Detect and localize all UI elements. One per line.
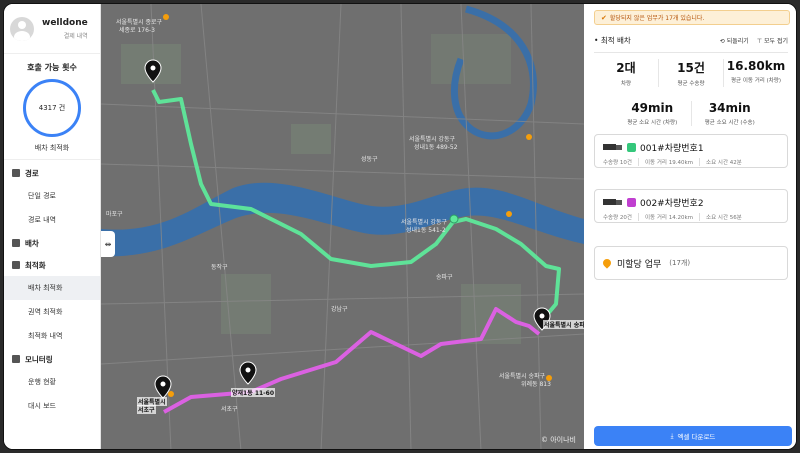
vehicle-color-swatch: [627, 143, 636, 152]
map-label: 서초구: [137, 405, 156, 414]
stat-avg-load: 15건 평균 수송량: [659, 59, 724, 87]
vehicle-distance: 이동 거리 14.20km: [645, 213, 701, 221]
map-icon: [12, 169, 20, 177]
result-panel: ✔ 할당되지 않은 업무가 17개 있습니다. • 최적 배차 ⟲ 되돌리기 ⊤…: [584, 4, 796, 449]
vehicle-name: 001#차량번호1: [640, 144, 704, 154]
map-label: 성내1동 489-52: [414, 144, 458, 151]
map-label: 위례동 813: [521, 381, 551, 388]
map-label: 서울특별시 송파구: [543, 320, 584, 329]
profile-name: welldone: [42, 17, 88, 28]
stat-vehicles: 2대 차량: [594, 59, 659, 87]
vehicle-load: 수송량 10건: [603, 158, 639, 166]
stat-avg-time-delivery: 34min 평균 소요 시간 (수송): [704, 101, 755, 126]
sidebar-item-dashboard[interactable]: 대시 보드: [4, 394, 100, 418]
sidebar-item-driving-status[interactable]: 운행 현황: [4, 370, 100, 394]
app-window: welldone 결제 내역 호출 가능 횟수 4317 건 배차 최적화 경로…: [3, 3, 797, 450]
vehicle-time: 소요 시간 56분: [706, 215, 742, 221]
stats-row-1: 2대 차량 15건 평균 수송량 16.80km 평균 이동 거리 (차량): [594, 59, 788, 87]
sidebar-item-dispatch-optimize[interactable]: 배차 최적화: [4, 276, 100, 300]
sidebar-item-route-history[interactable]: 경로 내역: [4, 208, 100, 232]
section-title: • 최적 배차: [594, 36, 631, 45]
stat-avg-distance: 16.80km 평균 이동 거리 (차량): [726, 59, 786, 84]
map-canvas: [101, 4, 584, 449]
menu-group-label: 경로: [25, 168, 39, 178]
map-label: 성동구: [361, 156, 378, 163]
quota-section: 호출 가능 횟수 4317 건 배차 최적화: [4, 54, 100, 160]
undo-button[interactable]: ⟲ 되돌리기: [720, 36, 749, 45]
unassigned-label: 미할당 업무: [617, 259, 662, 270]
avatar: [10, 16, 34, 41]
excel-download-button[interactable]: ⤓ 엑셀 다운로드: [594, 426, 792, 446]
stat-avg-time-vehicle: 49min 평균 소요 시간 (차량): [614, 101, 692, 126]
quota-title: 호출 가능 횟수: [27, 63, 77, 72]
menu-group-dispatch[interactable]: 배차: [4, 232, 100, 254]
menu-group-route[interactable]: 경로: [4, 162, 100, 184]
optimize-icon: [12, 261, 20, 269]
unassigned-tasks-card[interactable]: 미할당 업무 (17개): [594, 246, 788, 280]
truck-icon: [603, 143, 623, 152]
collapse-panel-button[interactable]: ⇹: [101, 231, 115, 257]
menu-group-label: 최적화: [25, 260, 46, 270]
map-label: 강남구: [331, 306, 348, 313]
vehicle-card-2[interactable]: 002#차량번호2 수송량 20건 이동 거리 14.20km 소요 시간 56…: [594, 189, 788, 223]
monitor-icon: [12, 355, 20, 363]
map-label: 성내1동 541-2: [406, 227, 446, 234]
map-label: 송파구: [436, 274, 453, 281]
vehicle-card-1[interactable]: 001#차량번호1 수송량 10건 이동 거리 19.40km 소요 시간 42…: [594, 134, 788, 168]
unassigned-alert: ✔ 할당되지 않은 업무가 17개 있습니다.: [594, 10, 790, 25]
vehicle-load: 수송량 20건: [603, 213, 639, 221]
menu-group-label: 배차: [25, 238, 39, 248]
location-pin-icon: [601, 257, 613, 269]
sidebar-item-optimize-history[interactable]: 최적화 내역: [4, 324, 100, 348]
sidebar-item-single-route[interactable]: 단일 경로: [4, 184, 100, 208]
menu-group-optimize[interactable]: 최적화: [4, 254, 100, 276]
vehicle-time: 소요 시간 42분: [706, 160, 742, 166]
truck-icon: [12, 239, 20, 247]
menu-group-label: 모니터링: [25, 354, 53, 364]
quota-ring: 4317 건: [23, 79, 81, 137]
vehicle-color-swatch: [627, 198, 636, 207]
vehicle-name: 002#차량번호2: [640, 199, 704, 209]
download-icon: ⤓: [670, 431, 674, 440]
map-label: 세종로 176-3: [119, 27, 155, 34]
unassigned-count: (17개): [669, 259, 691, 267]
map-label: 양재1동 11-60: [231, 388, 276, 397]
collapse-icon: ⊤: [756, 38, 763, 45]
quota-value: 4317 건: [38, 104, 66, 112]
bullet-icon: •: [594, 36, 599, 45]
refresh-icon: ⟲: [719, 38, 725, 45]
map-watermark: © 아이나비: [541, 436, 576, 444]
quota-optimize-button[interactable]: 배차 최적화: [4, 143, 100, 153]
sidebar: welldone 결제 내역 호출 가능 횟수 4317 건 배차 최적화 경로…: [4, 4, 101, 449]
menu-group-monitoring[interactable]: 모니터링: [4, 348, 100, 370]
stats-row-2: 49min 평균 소요 시간 (차량) 34min 평균 소요 시간 (수송): [614, 101, 768, 126]
section-header: • 최적 배차 ⟲ 되돌리기 ⊤ 모두 접기: [594, 35, 788, 46]
payment-history-link[interactable]: 결제 내역: [42, 31, 88, 40]
sidebar-menu: 경로 단일 경로 경로 내역 배차 최적화 배차 최적화 권역 최적화 최적화 …: [4, 160, 100, 418]
divider: [594, 52, 788, 53]
collapse-arrows-icon: ⇹: [104, 239, 112, 249]
map-label: 서초구: [221, 406, 238, 413]
map-label: 마포구: [106, 211, 123, 218]
map-view[interactable]: 서울특별시 종로구 세종로 176-3 서울특별시 강동구 성내1동 489-5…: [101, 4, 584, 449]
collapse-all-button[interactable]: ⊤ 모두 접기: [757, 36, 788, 45]
truck-icon: [603, 198, 623, 207]
check-icon: ✔: [601, 13, 607, 22]
vehicle-distance: 이동 거리 19.40km: [645, 158, 701, 166]
map-label: 동작구: [211, 264, 228, 271]
alert-text: 할당되지 않은 업무가 17개 있습니다.: [609, 15, 705, 22]
sidebar-item-area-optimize[interactable]: 권역 최적화: [4, 300, 100, 324]
profile[interactable]: welldone 결제 내역: [4, 4, 100, 54]
